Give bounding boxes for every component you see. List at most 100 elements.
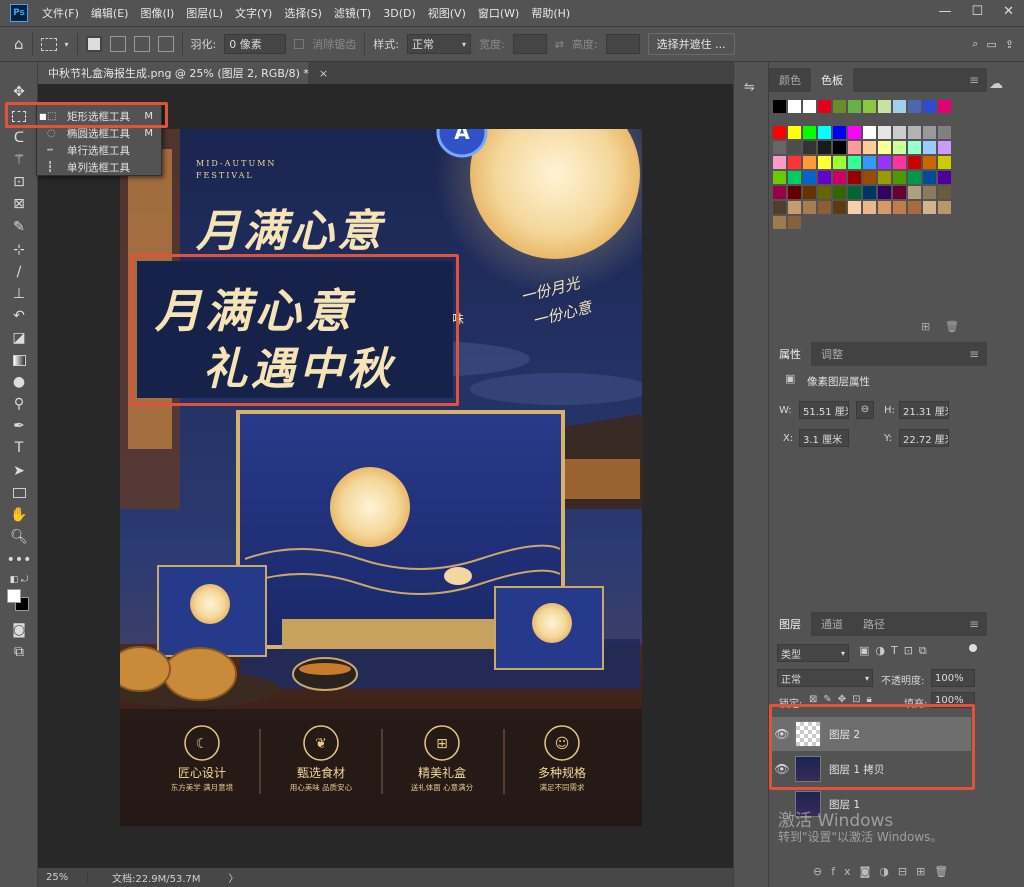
swatch[interactable]: [938, 186, 951, 199]
swatch[interactable]: [818, 100, 831, 113]
crop-tool-icon[interactable]: ⊡: [8, 172, 30, 192]
type-tool-icon[interactable]: T: [8, 438, 30, 458]
history-panel-icon[interactable]: ⇋: [744, 80, 755, 95]
swatch[interactable]: [788, 141, 801, 154]
workspace-icon[interactable]: ▭: [986, 38, 996, 51]
delete-swatch-icon[interactable]: 🗑︎: [945, 320, 959, 333]
swatch[interactable]: [773, 141, 786, 154]
swatch[interactable]: [833, 100, 846, 113]
screen-mode-icon[interactable]: ⧉: [8, 642, 30, 662]
menu-type[interactable]: 文字(Y): [229, 5, 278, 21]
swatch[interactable]: [938, 126, 951, 139]
tab-adjustments[interactable]: 调整: [811, 342, 853, 366]
layer-filter-icons[interactable]: ▣◑T⊡⧉: [859, 644, 933, 658]
intersect-selection-icon[interactable]: [157, 36, 174, 52]
swatch[interactable]: [893, 171, 906, 184]
add-selection-icon[interactable]: [109, 36, 126, 52]
eyedropper-tool-icon[interactable]: ✎: [8, 217, 30, 237]
swatch[interactable]: [788, 201, 801, 214]
swatch[interactable]: [803, 156, 816, 169]
swatch[interactable]: [878, 126, 891, 139]
chevron-down-icon[interactable]: ▾: [65, 40, 69, 49]
swatch[interactable]: [893, 156, 906, 169]
width-field[interactable]: 51.51 厘米: [799, 401, 849, 419]
swatch[interactable]: [908, 126, 921, 139]
panel-menu-icon[interactable]: ≡: [969, 73, 979, 87]
swatch[interactable]: [923, 186, 936, 199]
antialias-checkbox[interactable]: [294, 39, 305, 49]
swatch[interactable]: [863, 186, 876, 199]
pen-tool-icon[interactable]: ✒: [8, 416, 30, 436]
swatch[interactable]: [923, 126, 936, 139]
subtract-selection-icon[interactable]: [133, 36, 150, 52]
menu-filter[interactable]: 滤镜(T): [328, 5, 377, 21]
status-menu-arrow[interactable]: 〉: [229, 870, 239, 885]
blur-tool-icon[interactable]: ●: [8, 372, 30, 392]
zoom-tool-icon[interactable]: 🔍︎: [8, 527, 30, 547]
layer-filter-select[interactable]: 类型 ▾: [777, 644, 849, 662]
more-tools-icon[interactable]: •••: [7, 550, 32, 570]
swatch[interactable]: [863, 126, 876, 139]
swatch[interactable]: [938, 100, 951, 113]
swap-icon[interactable]: ⇄: [555, 38, 564, 51]
swatch[interactable]: [923, 201, 936, 214]
hand-tool-icon[interactable]: ✋: [8, 505, 30, 525]
swatch[interactable]: [923, 156, 936, 169]
swatch[interactable]: [848, 186, 861, 199]
swatch[interactable]: [863, 156, 876, 169]
swatch[interactable]: [773, 100, 786, 113]
magic-wand-tool-icon[interactable]: ⚚: [8, 150, 30, 170]
poster-canvas[interactable]: A ☾ ❦ ⊞ ☺ MID-AUTUMN FESTIVAL 月满心意 味 一份月…: [120, 129, 642, 826]
quick-mask-icon[interactable]: ◙: [8, 620, 30, 640]
swatch[interactable]: [878, 141, 891, 154]
default-colors-icon[interactable]: ◧ ⤾: [8, 570, 30, 590]
swatch[interactable]: [848, 141, 861, 154]
swatch[interactable]: [878, 171, 891, 184]
swatch[interactable]: [788, 126, 801, 139]
swatch[interactable]: [893, 141, 906, 154]
swatch[interactable]: [788, 186, 801, 199]
swatch[interactable]: [833, 156, 846, 169]
path-selection-tool-icon[interactable]: ➤: [8, 461, 30, 481]
eraser-tool-icon[interactable]: ◪: [8, 328, 30, 348]
swatch[interactable]: [773, 171, 786, 184]
swatch[interactable]: [893, 100, 906, 113]
swatch[interactable]: [803, 126, 816, 139]
swatch[interactable]: [878, 100, 891, 113]
maximize-button[interactable]: ☐: [971, 4, 983, 19]
filter-toggle-icon[interactable]: [969, 644, 977, 652]
swatch[interactable]: [803, 186, 816, 199]
swatch[interactable]: [803, 171, 816, 184]
swatch[interactable]: [938, 141, 951, 154]
swatch[interactable]: [908, 171, 921, 184]
tab-properties[interactable]: 属性: [769, 342, 811, 366]
swatch[interactable]: [938, 156, 951, 169]
menu-view[interactable]: 视图(V): [422, 5, 472, 21]
layers-footer-icons[interactable]: ⊖fx◙◑⊟⊞🗑︎: [813, 865, 957, 878]
swatch[interactable]: [923, 141, 936, 154]
zoom-level[interactable]: 25%: [38, 872, 88, 883]
swatch[interactable]: [893, 126, 906, 139]
swatch[interactable]: [878, 156, 891, 169]
menu-image[interactable]: 图像(I): [134, 5, 180, 21]
swatch[interactable]: [863, 201, 876, 214]
menu-edit[interactable]: 编辑(E): [85, 5, 135, 21]
select-and-mask-button[interactable]: 选择并遮住 ...: [647, 33, 735, 55]
swatch[interactable]: [818, 201, 831, 214]
swatch[interactable]: [923, 171, 936, 184]
swatch[interactable]: [848, 100, 861, 113]
panel-menu-icon[interactable]: ≡: [969, 617, 979, 631]
swatch[interactable]: [848, 171, 861, 184]
flyout-item-column-marquee[interactable]: ┇ 单列选框工具: [39, 159, 159, 176]
swatch[interactable]: [863, 171, 876, 184]
swatch[interactable]: [788, 100, 801, 113]
swatch[interactable]: [908, 100, 921, 113]
tab-paths[interactable]: 路径: [853, 612, 895, 636]
swatch[interactable]: [908, 186, 921, 199]
panel-menu-icon[interactable]: ≡: [969, 347, 979, 361]
swatch[interactable]: [938, 171, 951, 184]
swatch[interactable]: [818, 156, 831, 169]
swatch[interactable]: [938, 201, 951, 214]
opacity-field[interactable]: 100%: [931, 669, 975, 687]
swatch[interactable]: [818, 126, 831, 139]
